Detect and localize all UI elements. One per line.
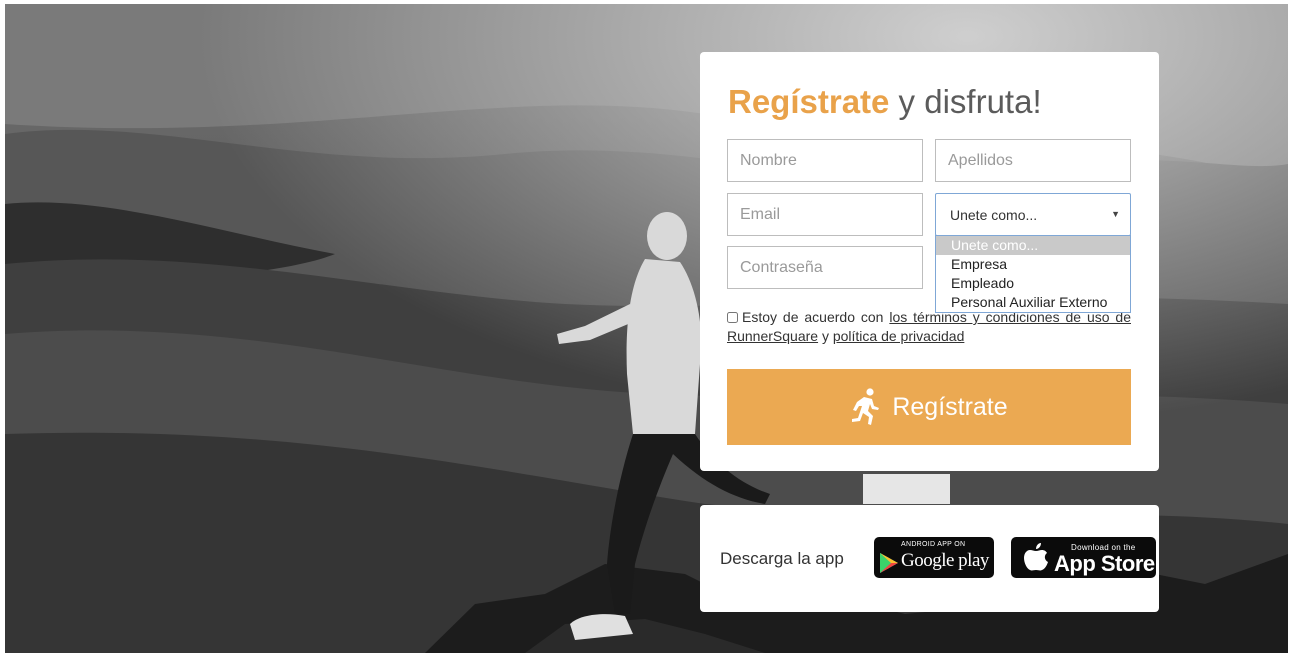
- app-download-card: Descarga la app ANDROID APP ON Google pl…: [700, 505, 1159, 612]
- card-title-accent: Regístrate: [728, 83, 890, 120]
- email-field[interactable]: [727, 193, 923, 236]
- card-title: Regístrate y disfruta!: [728, 82, 1042, 122]
- download-app-label: Descarga la app: [720, 549, 844, 568]
- google-play-badge[interactable]: ANDROID APP ON Google play: [874, 537, 994, 578]
- join-as-dropdown-list: Unete como... Empresa Empleado Personal …: [935, 235, 1131, 313]
- runner-icon: [852, 388, 880, 425]
- play-triangle-icon: [880, 553, 898, 573]
- apple-icon: [1024, 543, 1048, 571]
- join-as-option[interactable]: Empresa: [936, 255, 1130, 274]
- join-as-selected-value: Unete como...: [950, 207, 1038, 223]
- terms-agreement: Estoy de acuerdo con los términos y cond…: [727, 308, 1131, 346]
- terms-checkbox[interactable]: [727, 312, 738, 323]
- privacy-policy-link[interactable]: política de privacidad: [833, 328, 965, 344]
- register-button[interactable]: Regístrate: [727, 369, 1131, 445]
- google-play-small-text: ANDROID APP ON: [901, 541, 966, 548]
- dropdown-caret-icon: ▼: [1111, 209, 1120, 219]
- page: Regístrate y disfruta! Unete como... ▼ U…: [0, 0, 1292, 653]
- password-field[interactable]: [727, 246, 923, 289]
- terms-prefix: Estoy de acuerdo con: [742, 309, 890, 325]
- join-as-select[interactable]: Unete como... ▼: [935, 193, 1131, 236]
- card-title-rest: y disfruta!: [889, 83, 1042, 120]
- join-as-option[interactable]: Personal Auxiliar Externo: [936, 293, 1130, 312]
- app-store-big-text: App Store: [1054, 551, 1155, 576]
- join-as-option[interactable]: Unete como...: [936, 236, 1130, 255]
- register-button-label: Regístrate: [892, 392, 1008, 421]
- first-name-field[interactable]: [727, 139, 923, 182]
- registration-card: Regístrate y disfruta! Unete como... ▼ U…: [700, 52, 1159, 471]
- google-play-big-text: Google play: [901, 550, 989, 571]
- join-as-option[interactable]: Empleado: [936, 274, 1130, 293]
- terms-middle: y: [818, 328, 833, 344]
- last-name-field[interactable]: [935, 139, 1131, 182]
- app-store-badge[interactable]: Download on the App Store: [1011, 537, 1156, 578]
